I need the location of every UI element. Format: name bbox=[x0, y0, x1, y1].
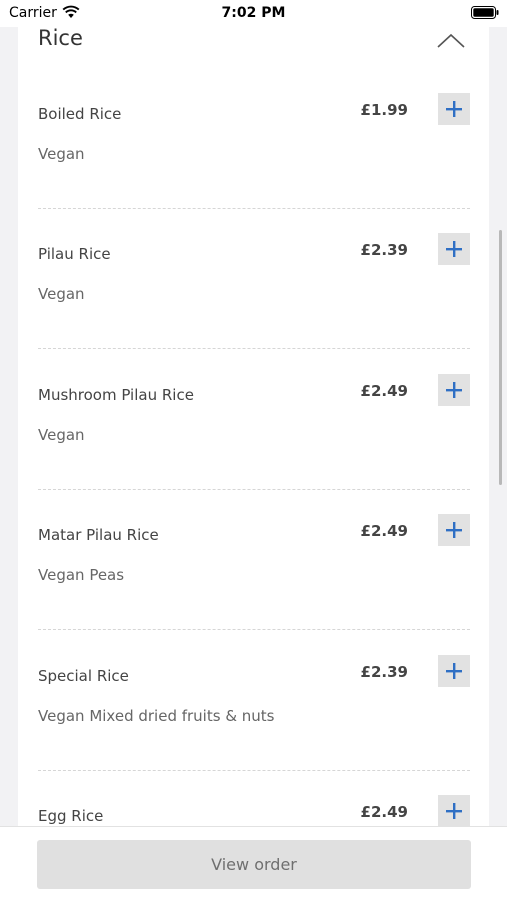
add-item-button[interactable] bbox=[438, 795, 470, 827]
plus-icon bbox=[446, 241, 462, 257]
item-price: £1.99 bbox=[360, 101, 408, 119]
add-item-button[interactable] bbox=[438, 655, 470, 687]
add-item-button[interactable] bbox=[438, 374, 470, 406]
item-price: £2.39 bbox=[360, 241, 408, 259]
item-name: Pilau Rice bbox=[38, 245, 111, 263]
item-price: £2.49 bbox=[360, 382, 408, 400]
scrollbar[interactable] bbox=[499, 230, 502, 485]
item-name: Boiled Rice bbox=[38, 105, 122, 123]
plus-icon bbox=[446, 522, 462, 538]
item-price: £2.39 bbox=[360, 663, 408, 681]
screen: Rice Boiled Rice Vegan £1.99 Pilau Rice … bbox=[0, 0, 507, 900]
menu-item-special-rice: Special Rice Vegan Mixed dried fruits & … bbox=[38, 562, 470, 725]
clock: 7:02 PM bbox=[221, 5, 286, 21]
plus-icon bbox=[446, 803, 462, 819]
plus-icon bbox=[446, 101, 462, 117]
menu-item-matar-pilau-rice: Matar Pilau Rice Vegan Peas £2.49 bbox=[38, 421, 470, 584]
item-name: Matar Pilau Rice bbox=[38, 526, 159, 544]
plus-icon bbox=[446, 663, 462, 679]
battery-icon bbox=[471, 6, 499, 19]
add-item-button[interactable] bbox=[438, 514, 470, 546]
item-name: Mushroom Pilau Rice bbox=[38, 386, 194, 404]
menu-item-mushroom-pilau-rice: Mushroom Pilau Rice Vegan £2.49 bbox=[38, 281, 470, 444]
menu-item-pilau-rice: Pilau Rice Vegan £2.39 bbox=[38, 140, 470, 303]
item-price: £2.49 bbox=[360, 803, 408, 821]
menu-item-egg-rice: Egg Rice £2.49 bbox=[38, 702, 470, 842]
item-price: £2.49 bbox=[360, 522, 408, 540]
item-name: Egg Rice bbox=[38, 807, 104, 825]
item-name: Special Rice bbox=[38, 667, 129, 685]
menu-section-card: Rice Boiled Rice Vegan £1.99 Pilau Rice … bbox=[18, 0, 489, 830]
status-bar: Carrier 7:02 PM bbox=[0, 0, 507, 27]
plus-icon bbox=[446, 382, 462, 398]
add-item-button[interactable] bbox=[438, 233, 470, 265]
view-order-button[interactable]: View order bbox=[37, 840, 471, 889]
bottom-bar: View order bbox=[0, 826, 507, 900]
add-item-button[interactable] bbox=[438, 93, 470, 125]
